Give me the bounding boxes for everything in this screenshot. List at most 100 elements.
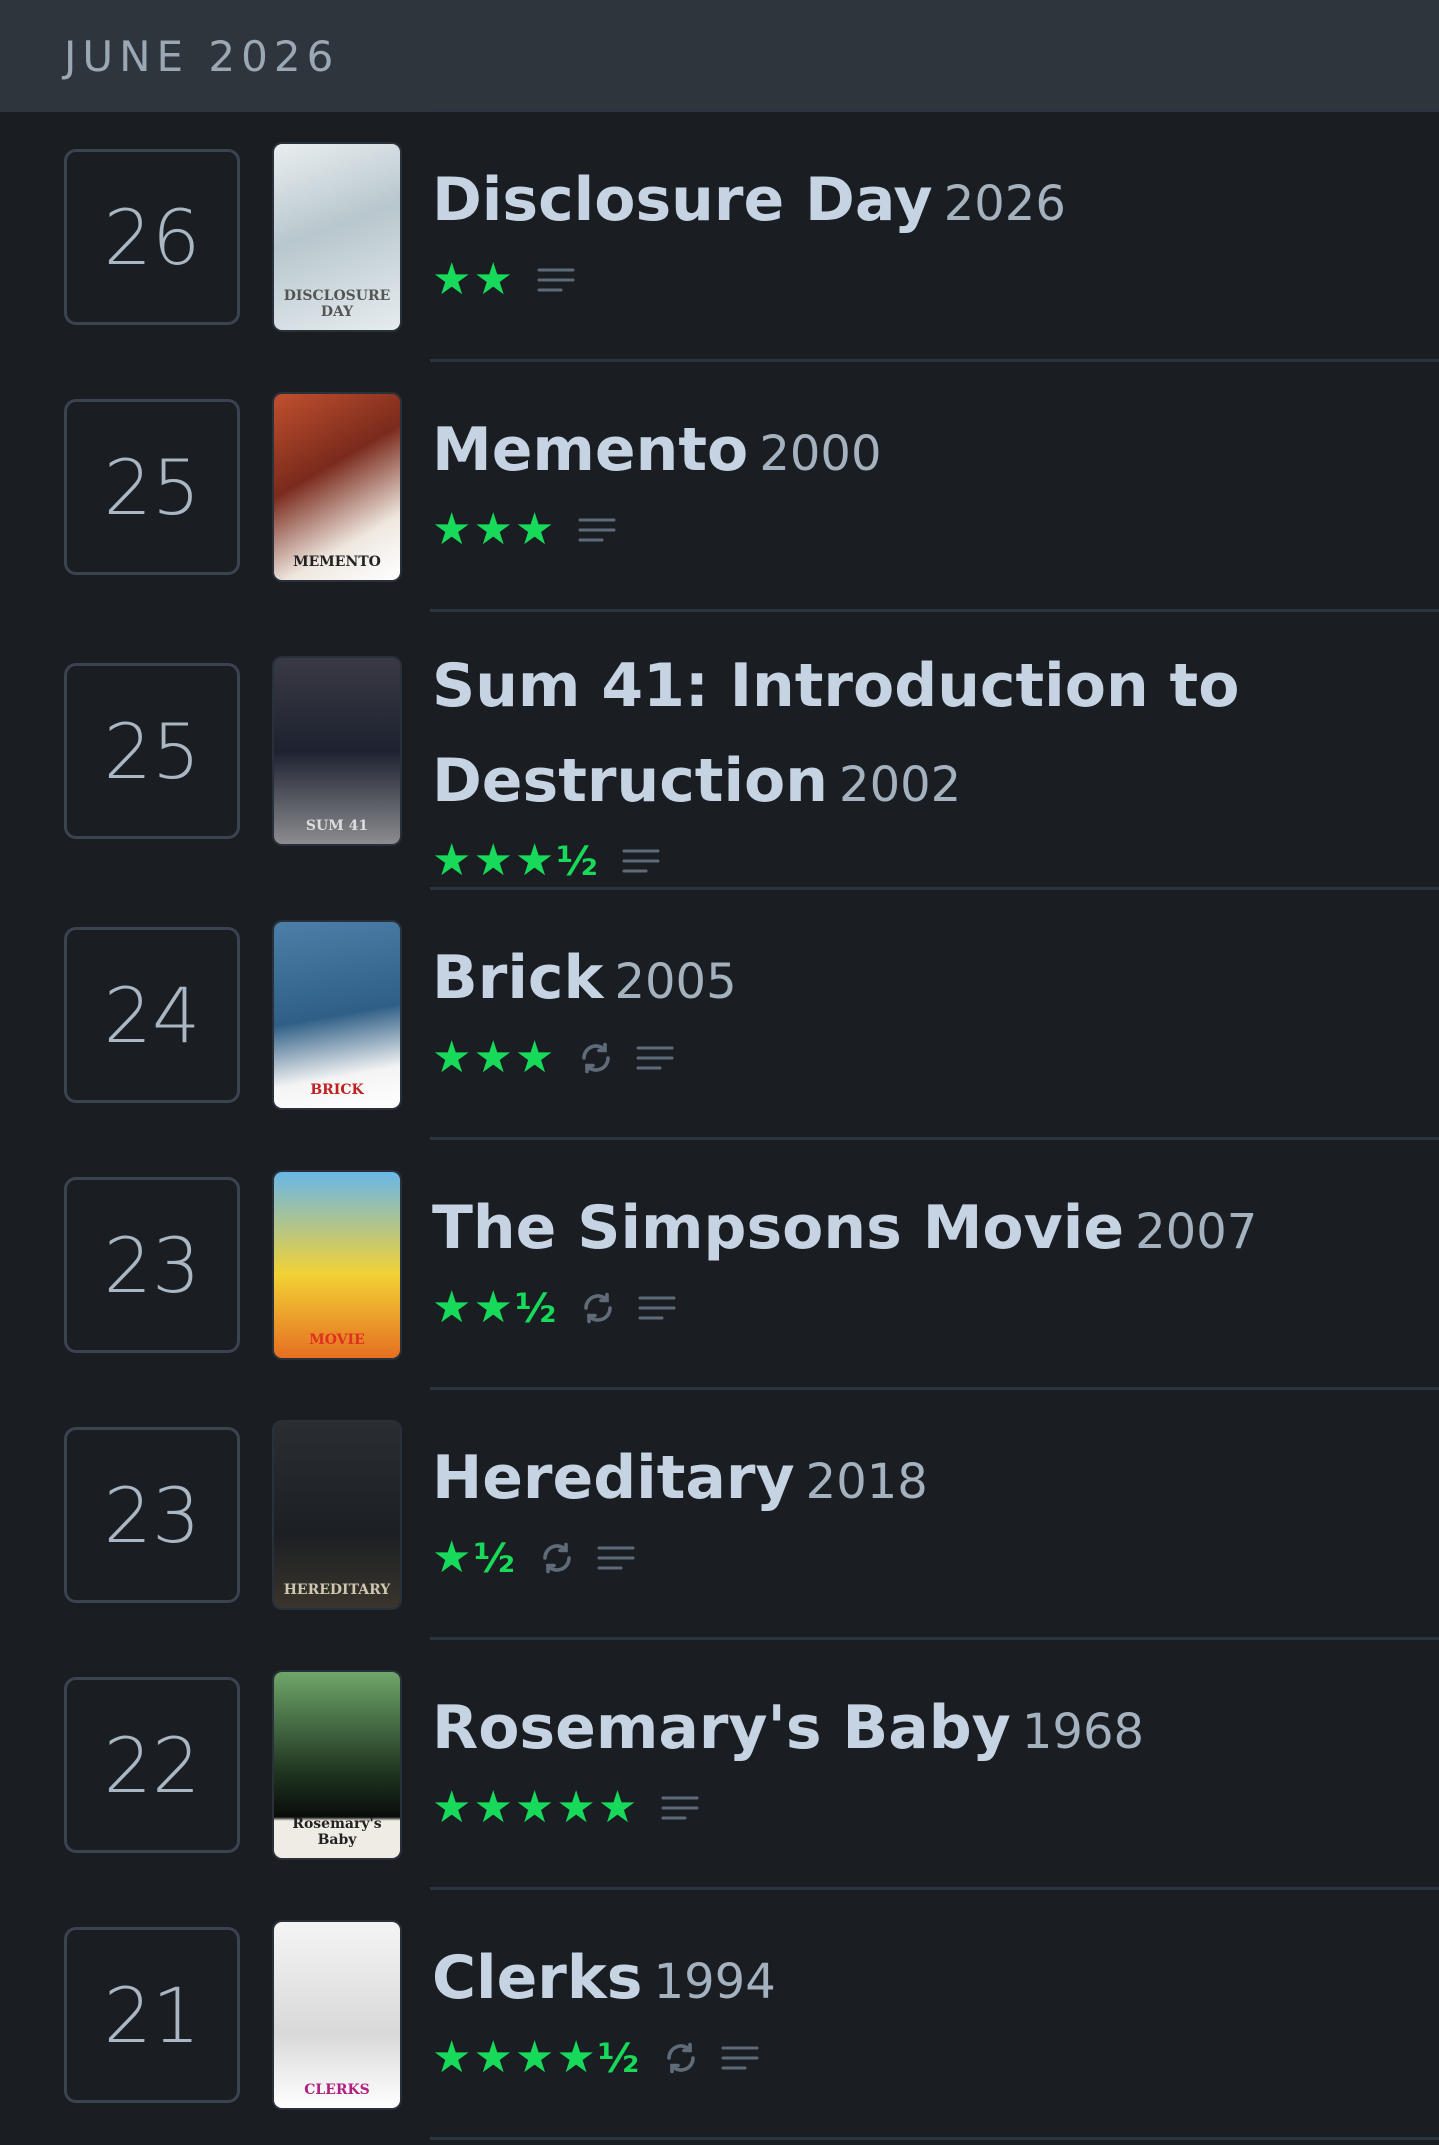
poster-title-text: CLERKS	[304, 2082, 370, 2098]
diary-entry[interactable]: 21 CLERKS Clerks 1994 ★★★★½	[0, 1890, 1439, 2140]
day-badge[interactable]: 24	[64, 927, 240, 1103]
film-year[interactable]: 2005	[614, 954, 736, 1010]
rating-stars: ★★★	[432, 504, 557, 555]
entry-meta: ★★	[432, 255, 1399, 305]
star-rating: ★★★	[432, 508, 556, 552]
film-poster[interactable]: BRICK	[274, 922, 400, 1108]
film-poster[interactable]: CLERKS	[274, 1922, 400, 2108]
film-poster[interactable]: MEMENTO	[274, 394, 400, 580]
review-lines-icon[interactable]	[537, 265, 575, 295]
rating-half: ½	[514, 1286, 559, 1332]
film-title[interactable]: Disclosure Day	[432, 165, 933, 235]
diary-entry[interactable]: 24 BRICK Brick 2005 ★★★	[0, 890, 1439, 1140]
title-line: The Simpsons Movie 2007	[432, 1188, 1399, 1283]
month-header: JUNE 2026	[0, 0, 1439, 112]
entry-meta: ★½	[432, 1533, 1399, 1583]
review-lines-icon[interactable]	[661, 1793, 699, 1823]
entry-info: Rosemary's Baby 1968 ★★★★★	[432, 1688, 1399, 1833]
day-badge[interactable]: 25	[64, 663, 240, 839]
film-title[interactable]: The Simpsons Movie	[432, 1193, 1124, 1263]
film-poster[interactable]: HEREDITARY	[274, 1422, 400, 1608]
diary-list: 26 DISCLOSURE DAY Disclosure Day 2026 ★★…	[0, 112, 1439, 2140]
rating-stars: ★★	[432, 254, 515, 305]
diary-entry[interactable]: 23 HEREDITARY Hereditary 2018 ★½	[0, 1390, 1439, 1640]
film-title[interactable]: Brick	[432, 943, 603, 1013]
film-year[interactable]: 1994	[654, 1954, 776, 2010]
film-year[interactable]: 1968	[1022, 1704, 1144, 1760]
film-title[interactable]: Memento	[432, 415, 748, 485]
review-lines-icon[interactable]	[597, 1543, 635, 1573]
star-rating: ★★★	[432, 1036, 556, 1080]
rewatch-icon	[663, 2040, 699, 2076]
diary-entry[interactable]: 25 SUM 41 Sum 41: Introduction to Destru…	[0, 612, 1439, 890]
film-year[interactable]: 2018	[806, 1454, 928, 1510]
poster-title-text: SUM 41	[305, 818, 369, 834]
rewatch-icon	[578, 1040, 614, 1076]
diary-entry[interactable]: 23 MOVIE The Simpsons Movie 2007 ★★½	[0, 1140, 1439, 1390]
review-lines-icon[interactable]	[636, 1043, 674, 1073]
rating-stars: ★	[432, 1532, 474, 1583]
day-badge[interactable]: 25	[64, 399, 240, 575]
film-title[interactable]: Sum 41: Introduction to Destruction	[432, 651, 1239, 816]
title-line: Hereditary 2018	[432, 1438, 1399, 1533]
film-year[interactable]: 2000	[759, 426, 881, 482]
review-lines-icon[interactable]	[721, 2043, 759, 2073]
star-rating: ★★	[432, 258, 515, 302]
film-year[interactable]: 2002	[839, 757, 961, 813]
rewatch-icon	[539, 1540, 575, 1576]
rating-stars: ★★★★★	[432, 1782, 640, 1833]
day-badge[interactable]: 23	[64, 1177, 240, 1353]
day-badge[interactable]: 21	[64, 1927, 240, 2103]
entry-meta: ★★★★½	[432, 2033, 1399, 2083]
entry-meta: ★★½	[432, 1283, 1399, 1333]
rating-stars: ★★	[432, 1282, 515, 1333]
entry-meta: ★★★★★	[432, 1783, 1399, 1833]
poster-title-text: MOVIE	[309, 1332, 365, 1348]
review-lines-icon[interactable]	[638, 1293, 676, 1323]
rewatch-icon	[580, 1290, 616, 1326]
film-year[interactable]: 2007	[1135, 1204, 1257, 1260]
entry-meta: ★★★	[432, 1033, 1399, 1083]
film-poster[interactable]: MOVIE	[274, 1172, 400, 1358]
rating-stars: ★★★	[432, 835, 557, 886]
poster-title-text: BRICK	[310, 1082, 364, 1098]
star-rating: ★★½	[432, 1286, 558, 1330]
entry-info: Sum 41: Introduction to Destruction 2002…	[432, 646, 1399, 886]
star-rating: ★★★½	[432, 839, 600, 883]
entry-info: Brick 2005 ★★★	[432, 938, 1399, 1083]
rating-half: ½	[556, 839, 600, 885]
entry-info: Disclosure Day 2026 ★★	[432, 160, 1399, 305]
day-badge[interactable]: 23	[64, 1427, 240, 1603]
poster-title-text: Rosemary's Baby	[292, 1816, 382, 1848]
film-title[interactable]: Rosemary's Baby	[432, 1693, 1011, 1763]
diary-entry[interactable]: 22 Rosemary's Baby Rosemary's Baby 1968 …	[0, 1640, 1439, 1890]
star-rating: ★★★★★	[432, 1786, 639, 1830]
review-lines-icon[interactable]	[622, 846, 660, 876]
star-rating: ★★★★½	[432, 2036, 641, 2080]
poster-title-text: MEMENTO	[293, 554, 381, 570]
film-poster[interactable]: SUM 41	[274, 658, 400, 844]
day-badge[interactable]: 22	[64, 1677, 240, 1853]
rating-stars: ★★★	[432, 1032, 557, 1083]
film-poster[interactable]: Rosemary's Baby	[274, 1672, 400, 1858]
diary-entry[interactable]: 25 MEMENTO Memento 2000 ★★★	[0, 362, 1439, 612]
rating-stars: ★★★★	[432, 2032, 598, 2083]
star-rating: ★½	[432, 1536, 517, 1580]
entry-meta: ★★★	[432, 505, 1399, 555]
day-badge[interactable]: 26	[64, 149, 240, 325]
film-poster[interactable]: DISCLOSURE DAY	[274, 144, 400, 330]
rating-half: ½	[473, 1536, 517, 1582]
title-line: Clerks 1994	[432, 1938, 1399, 2033]
film-title[interactable]: Clerks	[432, 1943, 643, 2013]
month-label: JUNE 2026	[64, 31, 340, 81]
entry-info: Memento 2000 ★★★	[432, 410, 1399, 555]
diary-entry[interactable]: 26 DISCLOSURE DAY Disclosure Day 2026 ★★	[0, 112, 1439, 362]
title-line: Memento 2000	[432, 410, 1399, 505]
review-lines-icon[interactable]	[578, 515, 616, 545]
film-title[interactable]: Hereditary	[432, 1443, 795, 1513]
entry-info: The Simpsons Movie 2007 ★★½	[432, 1188, 1399, 1333]
poster-title-text: DISCLOSURE DAY	[283, 288, 391, 320]
entry-info: Clerks 1994 ★★★★½	[432, 1938, 1399, 2083]
rating-half: ½	[597, 2036, 642, 2082]
film-year[interactable]: 2026	[944, 176, 1066, 232]
